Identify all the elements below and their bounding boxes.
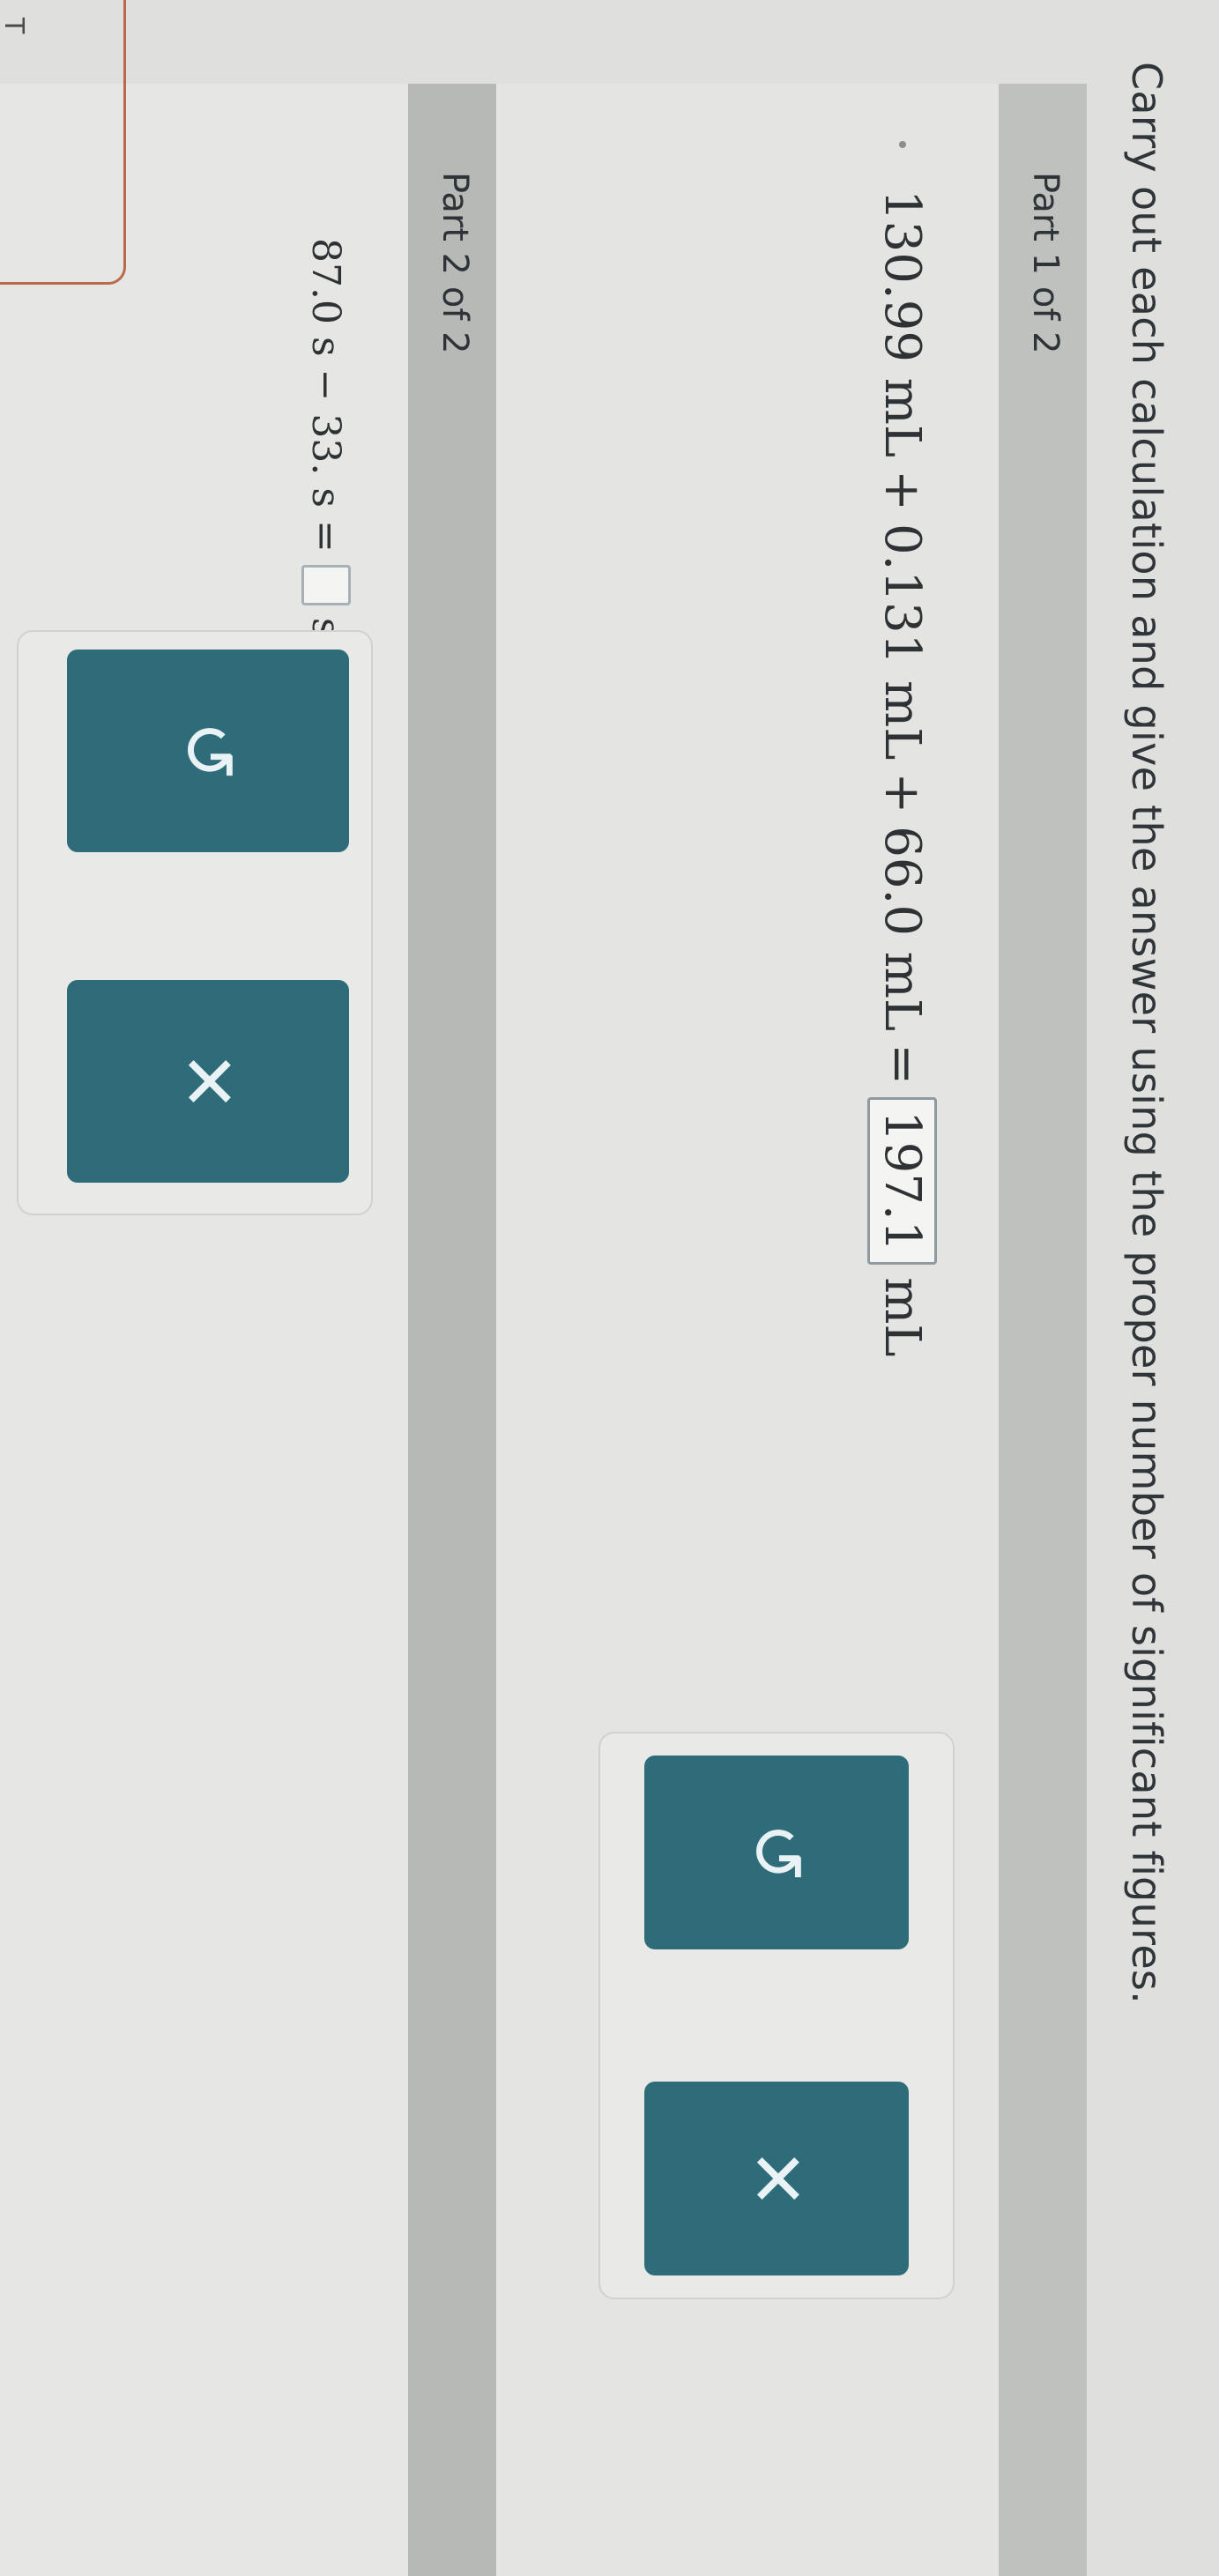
undo-button[interactable]: ↺	[644, 1756, 909, 1949]
part-2-equation: 87.0 s − 33. s = s	[301, 238, 351, 650]
part-1-button-panel: ↺ ✕	[598, 1732, 955, 2299]
answer-input[interactable]: 197.1	[867, 1097, 937, 1266]
clear-button[interactable]: ✕	[67, 980, 349, 1183]
term: 0.131 mL	[873, 523, 931, 761]
side-panel-field	[0, 0, 126, 285]
close-icon: ✕	[734, 2148, 819, 2209]
part-1-header: Part 1 of 2	[999, 84, 1087, 2576]
operator: +	[873, 470, 931, 511]
part-1-label: Part 1 of 2	[1025, 172, 1066, 354]
instructions-text: Carry out each calculation and give the …	[1123, 62, 1171, 2005]
unit-label: mL	[873, 1277, 931, 1357]
part-2-label: Part 2 of 2	[435, 172, 475, 354]
part-1-equation: 130.99 mL + 0.131 mL + 66.0 mL = 197.1 m…	[867, 189, 937, 1370]
term: 33. s	[303, 413, 349, 508]
answer-input[interactable]	[301, 564, 351, 605]
part-2-header: Part 2 of 2	[408, 84, 496, 2576]
operator: +	[873, 772, 931, 814]
part-2-button-panel: ↺ ✕	[17, 630, 373, 1215]
side-panel-label: T	[0, 18, 29, 34]
undo-button[interactable]: ↺	[67, 650, 349, 852]
bullet-icon	[899, 141, 906, 148]
operator: −	[303, 368, 349, 402]
close-icon: ✕	[166, 1050, 250, 1112]
term: 130.99 mL	[873, 189, 931, 458]
undo-icon: ↺	[166, 720, 250, 782]
equals-sign: =	[303, 519, 349, 553]
equals-sign: =	[873, 1043, 931, 1085]
clear-button[interactable]: ✕	[644, 2082, 909, 2275]
question-page: Carry out each calculation and give the …	[0, 0, 1219, 2576]
term: 66.0 mL	[873, 826, 931, 1032]
undo-icon: ↺	[734, 1822, 819, 1883]
term: 87.0 s	[303, 238, 349, 357]
